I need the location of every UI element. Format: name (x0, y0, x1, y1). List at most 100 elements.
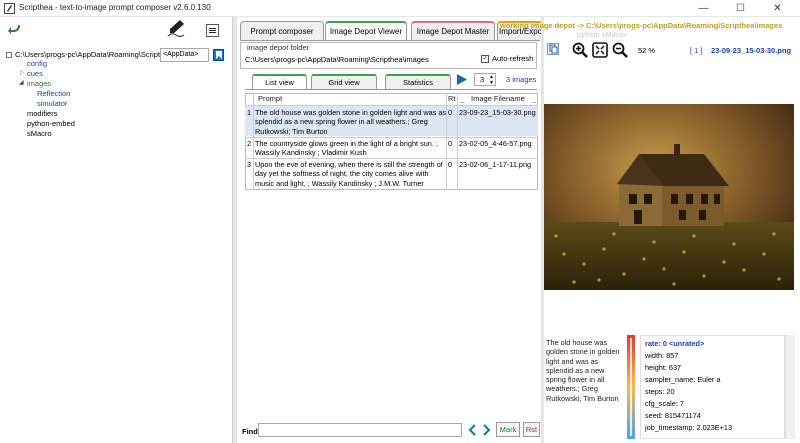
prop-width: width: 857 (645, 351, 679, 360)
tree-item-images[interactable]: images (27, 79, 51, 88)
row-rating: 0 (448, 139, 453, 148)
tree-item-config[interactable]: config (27, 59, 47, 68)
play-icon (457, 74, 467, 85)
table-row[interactable]: 3 Upon the eve of evening, when there is… (245, 158, 538, 189)
tree-item-smacro[interactable]: sMacro (27, 129, 52, 138)
copy-icon[interactable] (547, 43, 559, 55)
prop-rate: rate: 0 <unrated> (645, 339, 705, 348)
menu-icon-line (209, 30, 216, 31)
subtab-statistics[interactable]: Statistics (385, 74, 451, 89)
image-index: [ 1 ] (690, 46, 703, 55)
prop-cfg-scale: cfg_scale: 7 (645, 399, 684, 408)
properties-scrollbar[interactable] (785, 335, 795, 439)
tree-item-modifiers[interactable]: modifiers (27, 109, 57, 118)
row-rating: 0 (448, 108, 453, 117)
undo-arrow-icon (8, 24, 20, 34)
zoom-level: 52 % (638, 46, 656, 55)
count-stepper[interactable]: 3 ▲ ▼ (474, 73, 496, 86)
tree-root[interactable]: C:\Users\progs-pc\AppData\Roaming\Script… (6, 50, 162, 59)
depot-folder-path[interactable]: C:\Users\progs-pc\AppData\Roaming\Script… (245, 55, 429, 64)
python-smacro-label: python sMacro (577, 30, 627, 39)
table-row[interactable]: 1 The old house was golden stone in gold… (245, 105, 538, 136)
column-header-rt[interactable]: Rt (448, 94, 456, 103)
subtab-list-view[interactable]: List view (252, 74, 307, 89)
depot-folder-legend: image depot folder (245, 43, 312, 52)
tab-prompt-composer[interactable]: Prompt composer (240, 21, 324, 40)
prop-steps: steps: 20 (645, 387, 675, 396)
image-prompt-text: The old house was golden stone in golden… (546, 338, 620, 403)
working-depot-label: working image depot -> C:\Users\progs-pc… (500, 21, 783, 30)
row-prompt: Upon the eve of evening, when there is s… (255, 160, 443, 188)
column-divider (253, 93, 254, 190)
tab-image-depot-viewer[interactable]: Image Depot Viewer (325, 21, 407, 40)
stepper-arrows-icon[interactable]: ▲ ▼ (489, 74, 494, 86)
column-divider (457, 93, 458, 190)
tree-root-label: C:\Users\progs-pc\AppData\Roaming\Script… (15, 50, 162, 59)
tree-item-python-embed[interactable]: python-embed (27, 119, 75, 128)
column-divider (446, 93, 447, 190)
undo-button[interactable] (6, 22, 22, 36)
zoom-out-icon[interactable] (612, 42, 628, 58)
image-properties-list: rate: 0 <unrated> width: 857 height: 637… (640, 335, 785, 439)
prop-height: height: 637 (645, 363, 682, 372)
row-rating: 0 (448, 160, 453, 169)
column-header-filename[interactable]: Image Filename (471, 94, 525, 103)
auto-refresh-label: Auto-refresh (492, 54, 534, 63)
row-prompt: The countryside glows green in the light… (255, 139, 438, 158)
menu-icon-line (209, 28, 216, 29)
table-row[interactable]: 2 The countryside glows green in the lig… (245, 137, 538, 158)
find-next-button[interactable] (480, 422, 492, 437)
row-filename: 23-02-05_4-46-57.png (459, 139, 532, 148)
subtab-strip-line (245, 89, 537, 90)
menu-button[interactable] (206, 24, 219, 37)
appdata-select[interactable]: <AppData> (160, 48, 209, 62)
play-button[interactable] (455, 73, 468, 86)
tab-image-depot-master[interactable]: Image Depot Master (411, 21, 495, 40)
minimize-button[interactable]: — (690, 0, 717, 17)
prop-sampler: sampler_name: Euler a (645, 375, 721, 384)
prop-job-timestamp: job_timestamp: 2.023E+13 (645, 423, 733, 432)
tree-item-reflection[interactable]: Reflection (37, 89, 70, 98)
find-previous-button[interactable] (466, 422, 478, 437)
find-label: Find (242, 427, 258, 436)
chevron-left-icon (468, 423, 476, 436)
subtab-grid-view[interactable]: Grid view (311, 74, 377, 89)
row-number: 1 (247, 108, 252, 117)
app-icon (4, 3, 15, 14)
collapse-arrow-icon[interactable]: ◢ (19, 79, 24, 86)
row-number: 3 (247, 160, 252, 169)
tab-strip-line (240, 40, 540, 41)
row-number: 2 (247, 139, 252, 148)
close-button[interactable]: ✕ (764, 0, 791, 17)
maximize-button[interactable]: ☐ (727, 0, 754, 17)
sort-mark: _ (460, 94, 465, 103)
bookmark-icon (215, 51, 222, 59)
checkbox-icon[interactable]: ✓ (481, 54, 489, 63)
tree-item-simulator[interactable]: simulator (37, 99, 67, 108)
pen-icon[interactable] (166, 19, 186, 37)
sort-mark: _ (532, 94, 537, 103)
row-filename: 23-09-23_15-03-30.png (459, 108, 536, 117)
reset-button[interactable]: Rst (523, 422, 540, 437)
image-filename: 23-09-23_15-03-30.png (711, 46, 792, 55)
expand-arrow-icon[interactable]: ▷ (20, 69, 25, 76)
images-count: 3 images (506, 75, 537, 84)
collapse-icon[interactable] (6, 52, 12, 59)
find-input[interactable] (258, 423, 462, 437)
zoom-fit-icon[interactable] (592, 42, 608, 58)
column-header-prompt[interactable]: Prompt (258, 94, 282, 103)
chevron-right-icon (482, 423, 490, 436)
rating-slider[interactable] (626, 335, 636, 439)
menu-icon-line (209, 32, 216, 33)
prop-seed: seed: 815471174 (645, 411, 701, 420)
mark-button[interactable]: Mark (496, 422, 520, 437)
row-filename: 23-02-06_1-17-11.png (459, 160, 532, 169)
count-value: 3 (480, 75, 485, 84)
window-title: Scripthea - text-to-image prompt compose… (19, 3, 211, 12)
row-prompt: The old house was golden stone in golden… (255, 108, 447, 136)
tree-item-cues[interactable]: cues (27, 69, 43, 78)
bookmark-button[interactable] (213, 49, 224, 61)
zoom-in-icon[interactable] (572, 42, 588, 58)
auto-refresh-checkbox[interactable]: ✓ Auto-refresh (481, 54, 533, 63)
image-preview[interactable] (544, 104, 794, 290)
